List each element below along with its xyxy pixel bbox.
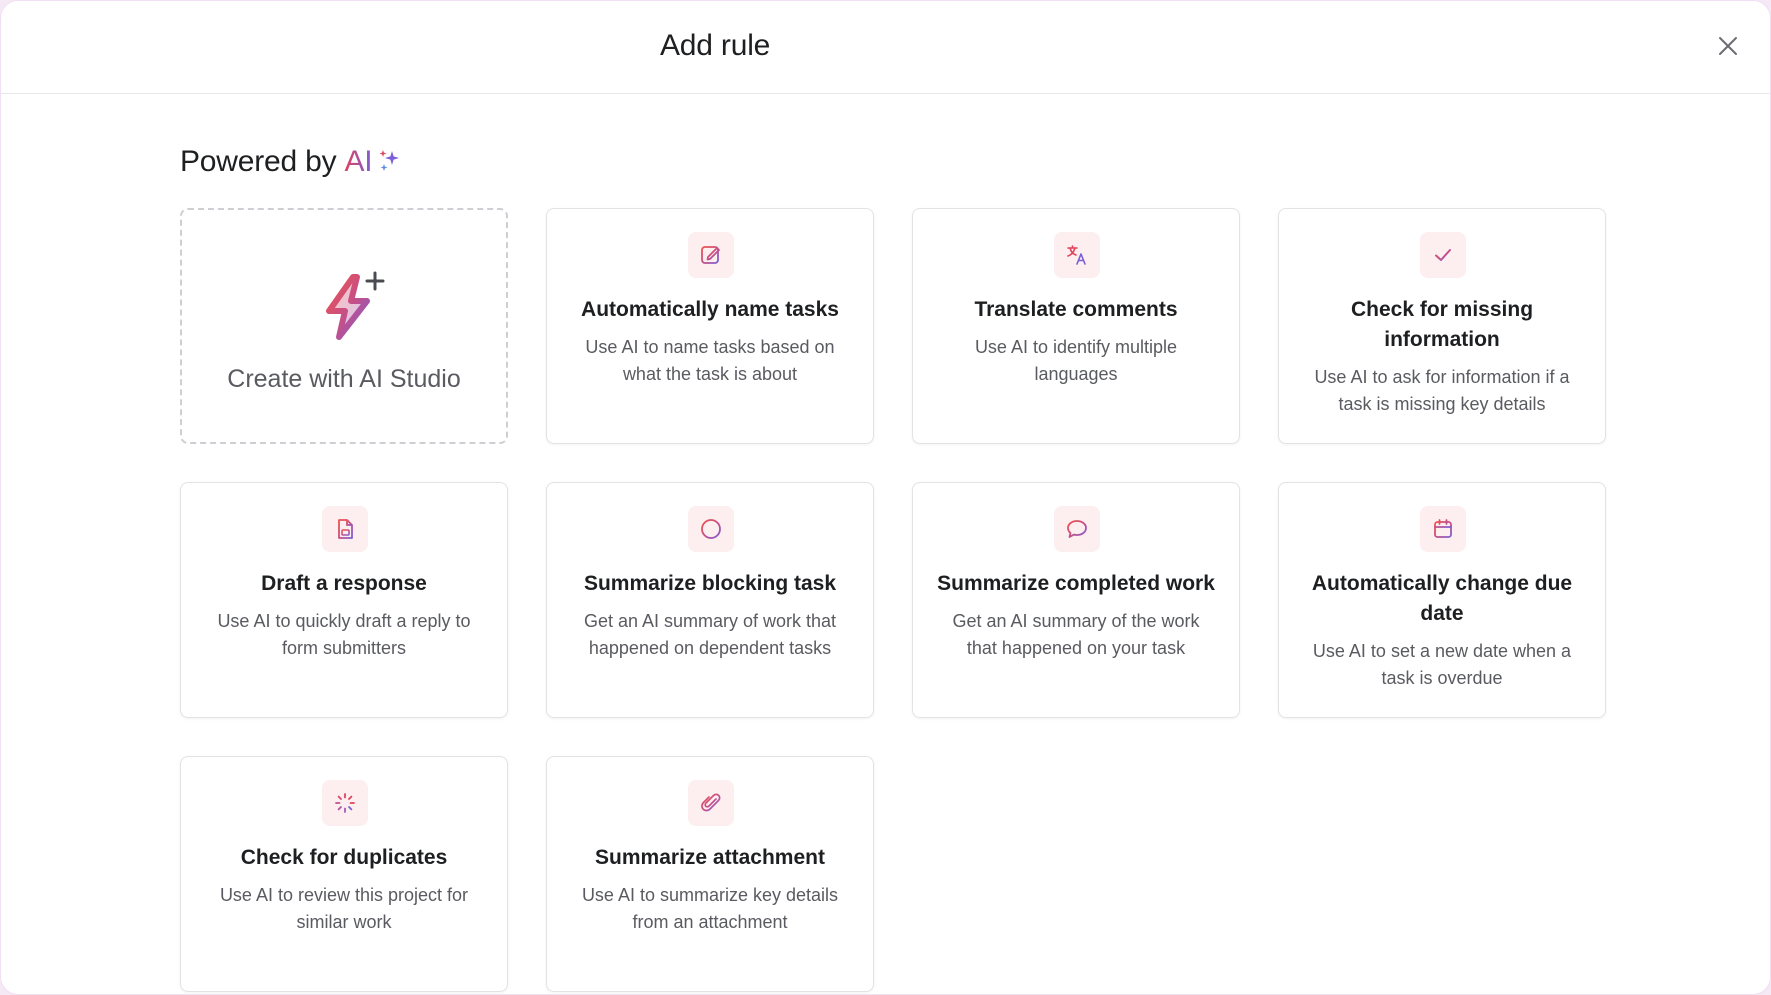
sparkle-icon [377, 149, 403, 175]
rule-card-check-for-missing-information[interactable]: Check for missing information Use AI to … [1278, 208, 1606, 444]
edit-icon [688, 232, 734, 278]
section-heading: Powered by AI [180, 145, 403, 179]
calendar-icon [1420, 506, 1466, 552]
card-description: Use AI to set a new date when a task is … [1312, 641, 1572, 688]
card-description: Get an AI summary of the work that happe… [952, 611, 1200, 658]
card-description: Use AI to ask for information if a task … [1314, 367, 1570, 414]
paperclip-icon [688, 780, 734, 826]
rule-card-summarize-completed-work[interactable]: Summarize completed work Get an AI summa… [912, 482, 1240, 718]
studio-card-label: Create with AI Studio [227, 365, 461, 393]
check-icon [1420, 232, 1466, 278]
card-title: Check for missing information [1350, 298, 1534, 351]
modal-header: Add rule [1, 1, 1770, 94]
comment-icon [1054, 506, 1100, 552]
card-title: Summarize completed work [937, 572, 1215, 595]
card-description: Use AI to review this project for simila… [219, 885, 469, 932]
add-rule-modal: Add rule Powered by AI Create with AI St… [0, 0, 1771, 995]
loading-icon [322, 780, 368, 826]
card-description: Use AI to identify multiple languages [974, 337, 1178, 384]
section-heading-prefix: Powered by [180, 145, 337, 178]
translate-icon [1054, 232, 1100, 278]
close-icon [1719, 37, 1737, 55]
section-heading-ai: AI [344, 145, 373, 178]
card-title: Check for duplicates [240, 846, 448, 869]
create-with-ai-studio-card[interactable]: Create with AI Studio [180, 208, 508, 444]
modal-title: Add rule [660, 29, 771, 62]
card-title: Summarize attachment [595, 846, 825, 869]
document-icon [322, 506, 368, 552]
card-title: Translate comments [974, 298, 1178, 321]
rule-card-summarize-attachment[interactable]: Summarize attachment Use AI to summarize… [546, 756, 874, 992]
rule-card-translate-comments[interactable]: Translate comments Use AI to identify mu… [912, 208, 1240, 444]
rule-card-summarize-blocking-task[interactable]: Summarize blocking task Get an AI summar… [546, 482, 874, 718]
rule-card-check-for-duplicates[interactable]: Check for duplicates Use AI to review th… [180, 756, 508, 992]
card-title: Summarize blocking task [583, 572, 837, 595]
rule-card-automatically-change-due-date[interactable]: Automatically change due date Use AI to … [1278, 482, 1606, 718]
card-title: Automatically change due date [1311, 572, 1573, 625]
card-title: Draft a response [261, 572, 427, 595]
close-button[interactable] [1713, 31, 1743, 61]
rule-card-automatically-name-tasks[interactable]: Automatically name tasks Use AI to name … [546, 208, 874, 444]
card-description: Use AI to summarize key details from an … [581, 885, 839, 932]
blocked-icon [688, 506, 734, 552]
lightning-plus-icon [326, 271, 385, 340]
card-title: Automatically name tasks [581, 298, 839, 321]
card-description: Use AI to quickly draft a reply to form … [217, 611, 471, 658]
rule-card-draft-a-response[interactable]: Draft a response Use AI to quickly draft… [180, 482, 508, 718]
card-description: Get an AI summary of work that happened … [583, 611, 837, 658]
card-description: Use AI to name tasks based on what the t… [585, 337, 835, 384]
